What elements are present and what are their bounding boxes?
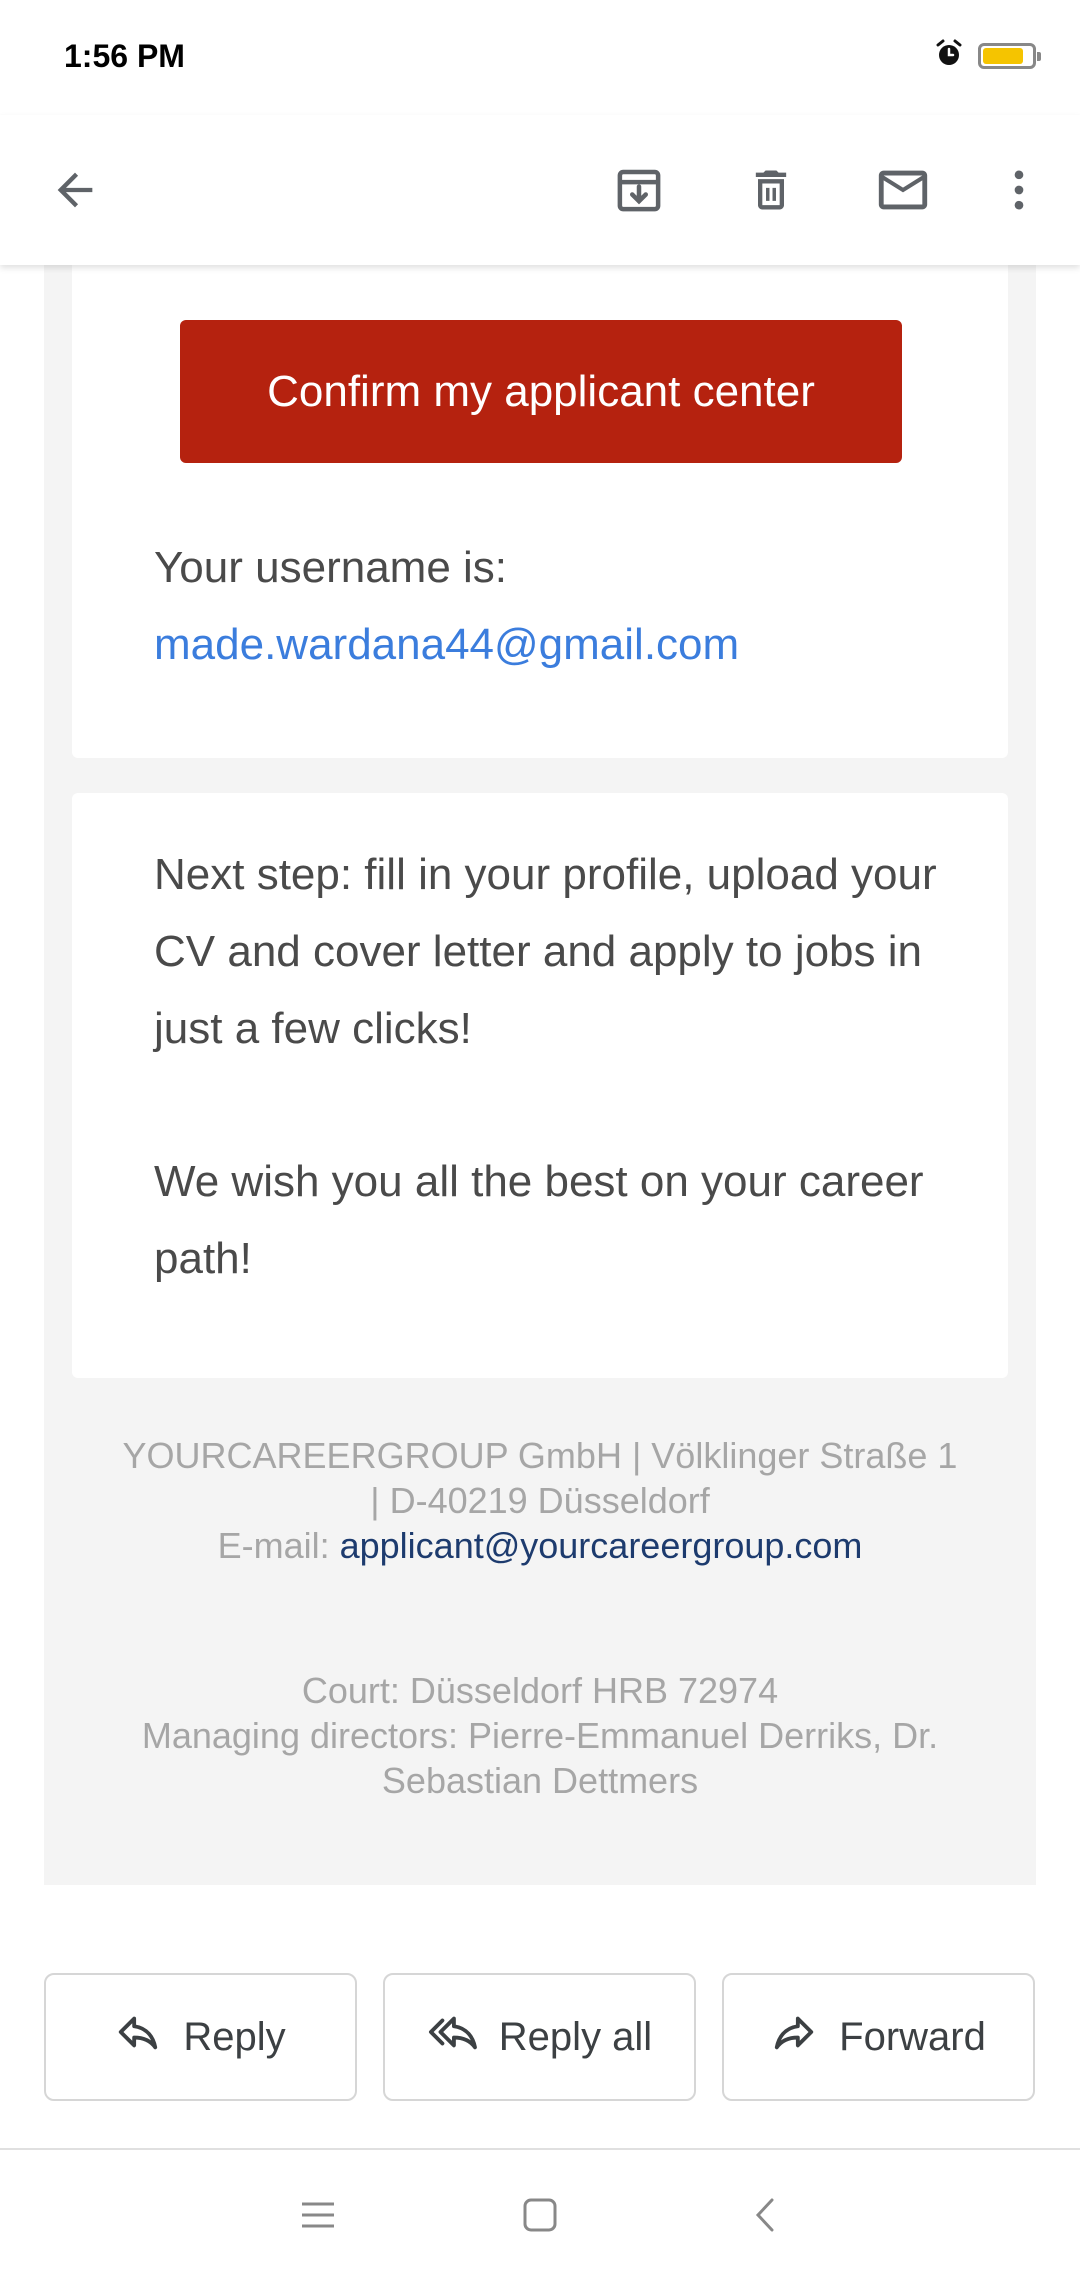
footer-court: Court: Düsseldorf HRB 72974 — [301, 1670, 779, 1711]
home-icon[interactable] — [510, 2185, 570, 2245]
status-time: 1:56 PM — [64, 38, 185, 74]
footer-directors-line1: Managing directors: Pierre-Emmanuel Derr… — [141, 1715, 939, 1756]
forward-label: Forward — [839, 2014, 986, 2059]
email-body: Confirm my applicant center Your usernam… — [44, 265, 1036, 1885]
delete-icon[interactable] — [736, 155, 806, 225]
footer-directors-line2: Sebastian Dettmers — [381, 1760, 699, 1801]
reply-button[interactable]: Reply — [44, 1973, 357, 2101]
archive-icon[interactable] — [604, 155, 674, 225]
system-nav-bar — [0, 2150, 1080, 2280]
back-arrow-icon[interactable] — [40, 155, 110, 225]
status-bar: 1:56 PM — [0, 0, 1080, 115]
alarm-icon — [934, 38, 964, 73]
reply-icon — [115, 2009, 161, 2065]
reply-label: Reply — [183, 2014, 286, 2059]
reply-all-button[interactable]: Reply all — [383, 1973, 696, 2101]
footer-email-link[interactable]: applicant@yourcareergroup.com — [340, 1525, 863, 1566]
footer-email-row: E-mail: applicant@yourcareergroup.com — [44, 1523, 1036, 1568]
footer-company-line1: YOURCAREERGROUP GmbH | Völklinger Straße… — [122, 1435, 958, 1476]
next-step-card: Next step: fill in your profile, upload … — [72, 793, 1008, 1378]
username-link[interactable]: made.wardana44@gmail.com — [154, 620, 739, 670]
battery-level — [983, 47, 1024, 64]
forward-button[interactable]: Forward — [722, 1973, 1035, 2101]
footer-email-label: E-mail: — [217, 1525, 330, 1566]
more-vert-icon[interactable] — [984, 155, 1054, 225]
mark-unread-icon[interactable] — [868, 155, 938, 225]
nav-back-icon[interactable] — [735, 2185, 795, 2245]
battery-icon — [978, 42, 1041, 69]
reply-all-label: Reply all — [498, 2014, 653, 2059]
footer-company: YOURCAREERGROUP GmbH | Völklinger Straße… — [44, 1433, 1036, 1568]
next-step-text: Next step: fill in your profile, upload … — [154, 850, 937, 1053]
reply-all-icon — [427, 2009, 477, 2065]
app-bar — [0, 115, 1080, 265]
email-actions: Reply Reply all Forward — [44, 1973, 1036, 2105]
confirm-card: Confirm my applicant center Your usernam… — [72, 265, 1008, 758]
username-label: Your username is: — [154, 543, 508, 592]
menu-icon[interactable] — [288, 2185, 348, 2245]
forward-icon — [771, 2009, 817, 2065]
status-icons — [934, 38, 1041, 73]
wish-text: We wish you all the best on your career … — [154, 1157, 924, 1283]
confirm-applicant-center-button[interactable]: Confirm my applicant center — [180, 320, 902, 463]
footer-legal: Court: Düsseldorf HRB 72974 Managing dir… — [44, 1668, 1036, 1803]
footer-company-line2: | D-40219 Düsseldorf — [370, 1480, 710, 1521]
